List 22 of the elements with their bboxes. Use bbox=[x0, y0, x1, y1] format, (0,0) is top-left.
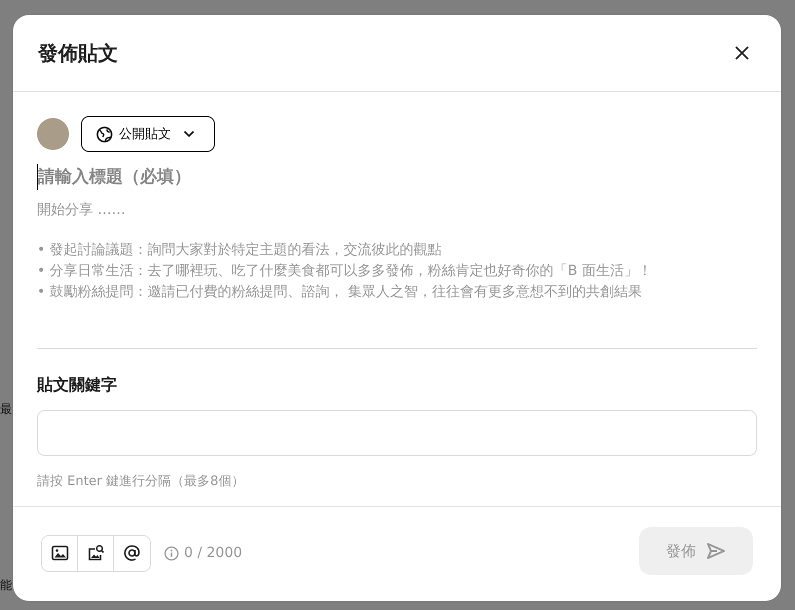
tip-text: • 鼓勵粉絲提問：邀請已付費的粉絲提問、諮詢， 集眾人之智，往往會有更多意想不到的共創結果 bbox=[37, 283, 644, 302]
send-icon bbox=[706, 542, 726, 560]
keywords-hint: 請按 Enter 鍵進行分隔（最多8個） bbox=[37, 473, 246, 490]
image-button[interactable] bbox=[42, 536, 78, 570]
content-placeholder: 開始分享 …… bbox=[37, 201, 126, 220]
character-counter: 0 / 2000 bbox=[184, 545, 242, 561]
image-icon bbox=[50, 545, 68, 561]
info-icon bbox=[164, 546, 179, 560]
background-text: 最 bbox=[0, 402, 12, 416]
at-sign-icon bbox=[123, 544, 141, 562]
tip-text: • 分享日常生活：去了哪裡玩、吃了什麼美食都可以多多發佈，粉絲肯定也好奇你的「B 面生活」！ bbox=[37, 262, 653, 281]
keywords-label: 貼文關鍵字 bbox=[37, 375, 118, 396]
globe-icon bbox=[96, 126, 113, 142]
avatar bbox=[37, 118, 69, 150]
keywords-field[interactable] bbox=[37, 410, 757, 456]
content-field[interactable]: 開始分享 …… • 發起討論議題：詢問大家對於特定主題的看法，交流彼此的觀點 • 分享日常生活：去了哪裡玩、吃了什麼美食都可以多多發佈，粉絲肯定也好奇你的「B 面生活」！ • 鼓勵粉絲提問：邀請已付費的粉絲提問、諮詢， 集眾人之智，往往會有更多意想不到的共創結果 bbox=[37, 198, 757, 348]
background-text: 能 bbox=[0, 578, 12, 592]
image-search-icon bbox=[86, 544, 104, 562]
dialog-title: 發佈貼文 bbox=[38, 40, 118, 66]
tip-text: • 發起討論議題：詢問大家對於特定主題的看法，交流彼此的觀點 bbox=[37, 241, 443, 260]
audience-dropdown[interactable]: 公開貼文 bbox=[81, 116, 215, 152]
chevron-down-icon bbox=[183, 130, 195, 138]
